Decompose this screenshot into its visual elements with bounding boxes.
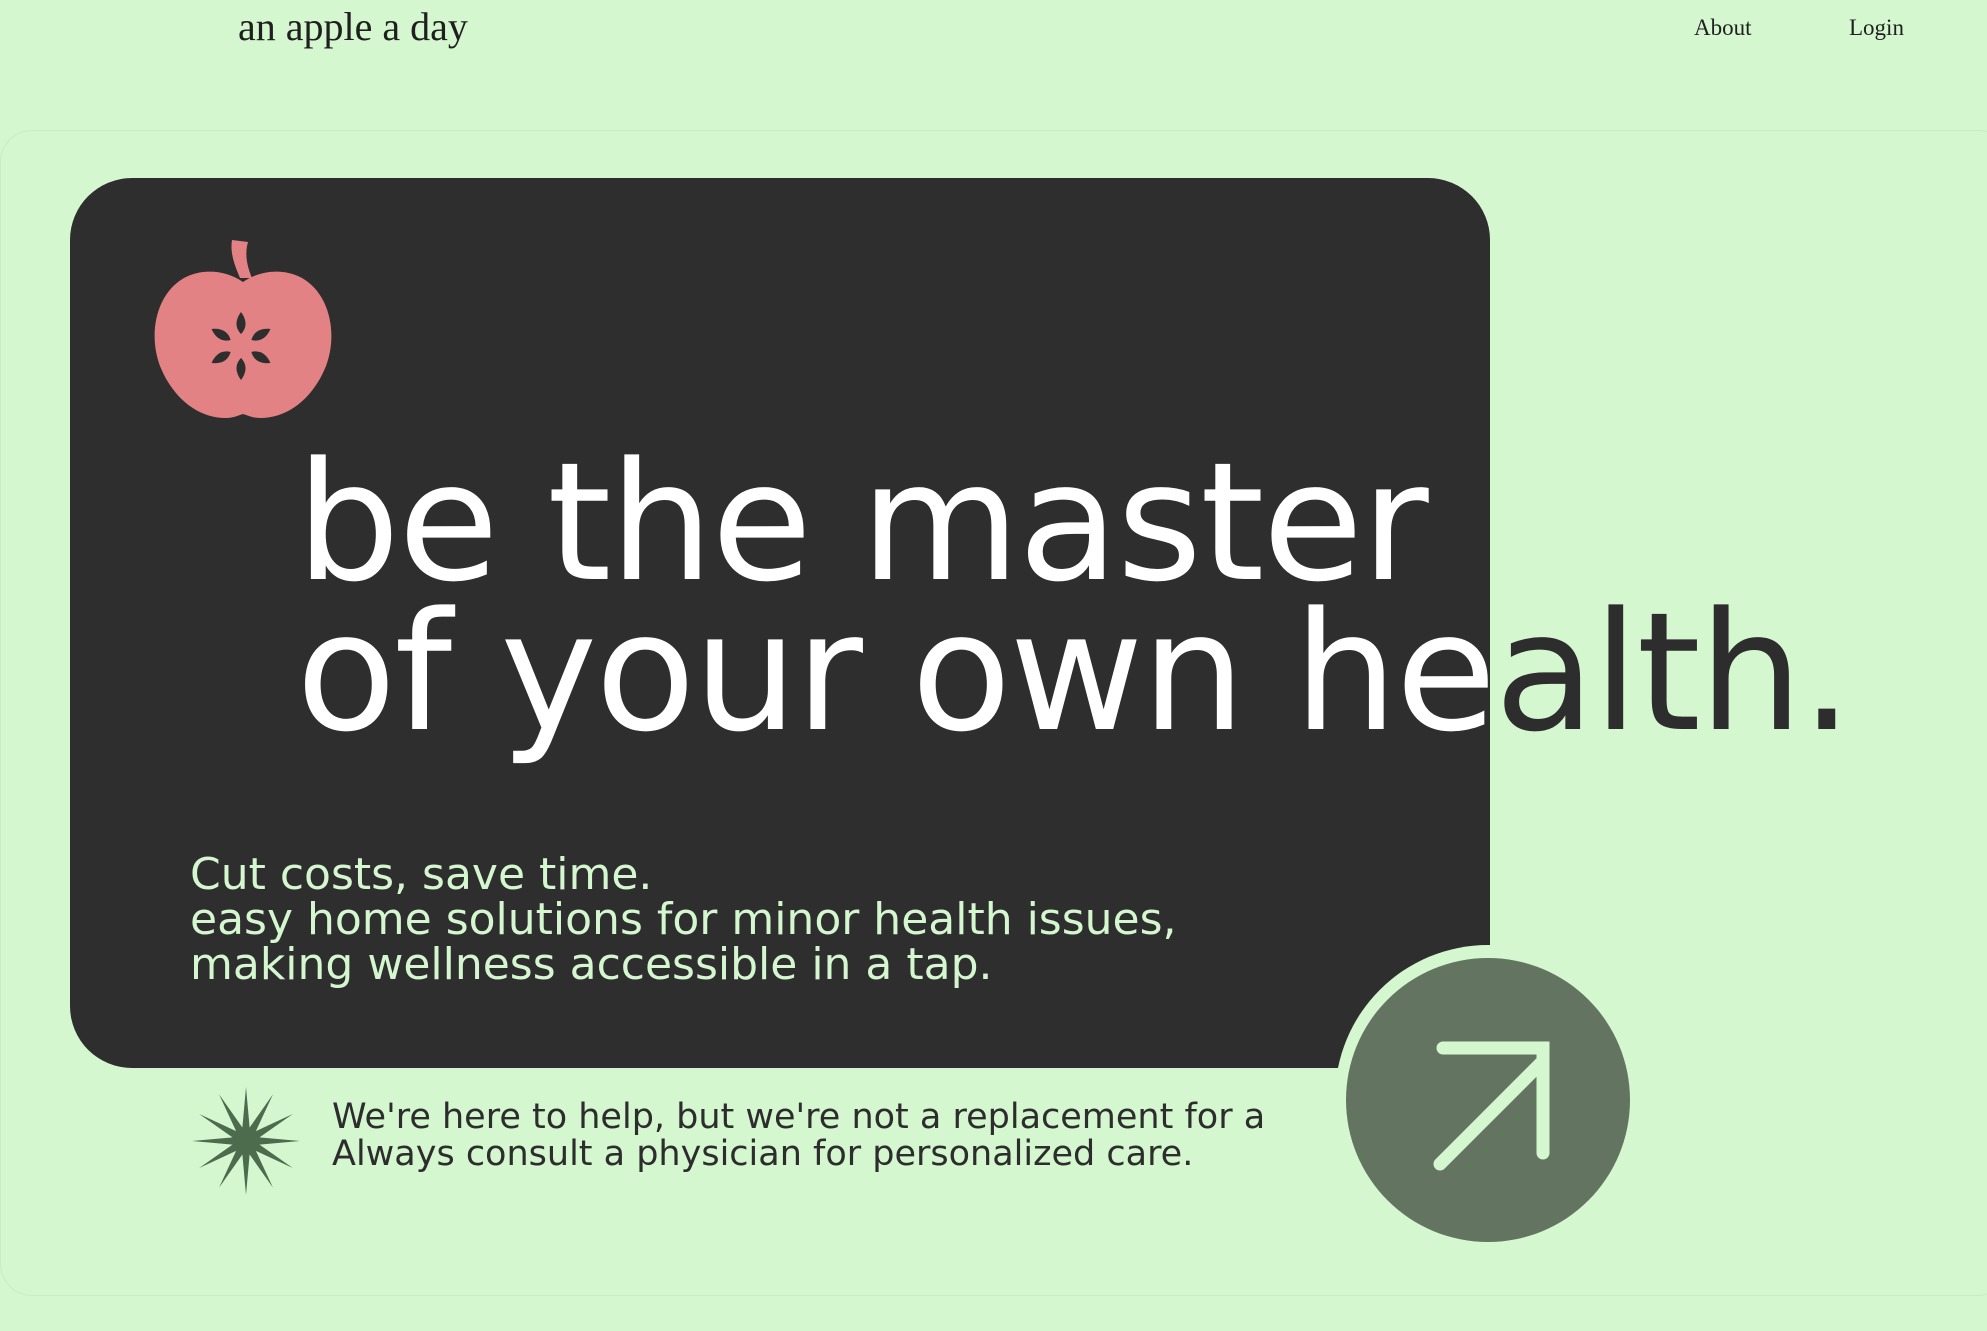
subcopy-line-1: Cut costs, save time. (190, 849, 653, 900)
nav-about-link[interactable]: About (1694, 10, 1752, 46)
hero-subcopy: Cut costs, save time. easy home solution… (190, 852, 1177, 987)
subcopy-line-3: making wellness accessible in a tap. (190, 939, 993, 990)
headline-line-2-dark: alth. (1494, 577, 1852, 768)
apple-icon (154, 240, 332, 418)
disclaimer-line-2: Always consult a physician for personali… (332, 1134, 1194, 1173)
top-bar: an apple a day About Login (0, 0, 1987, 60)
medical-disclaimer: We're here to help, but we're not a repl… (332, 1099, 1332, 1173)
cta-arrow-button[interactable] (1346, 958, 1630, 1242)
starburst-icon (192, 1087, 300, 1195)
nav-login-link[interactable]: Login (1849, 10, 1904, 46)
headline-line-2-light: of your own he (296, 577, 1496, 768)
disclaimer-line-1: We're here to help, but we're not a repl… (332, 1099, 1266, 1137)
headline-line-1: be the master (296, 427, 1429, 618)
headline-line-2: of your own health. (296, 591, 1853, 755)
arrow-up-right-icon (1433, 1041, 1550, 1171)
hero-headline: be the master of your own health. (296, 427, 1853, 755)
subcopy-line-2: easy home solutions for minor health iss… (190, 894, 1177, 945)
main-nav: About Login (0, 10, 1987, 46)
